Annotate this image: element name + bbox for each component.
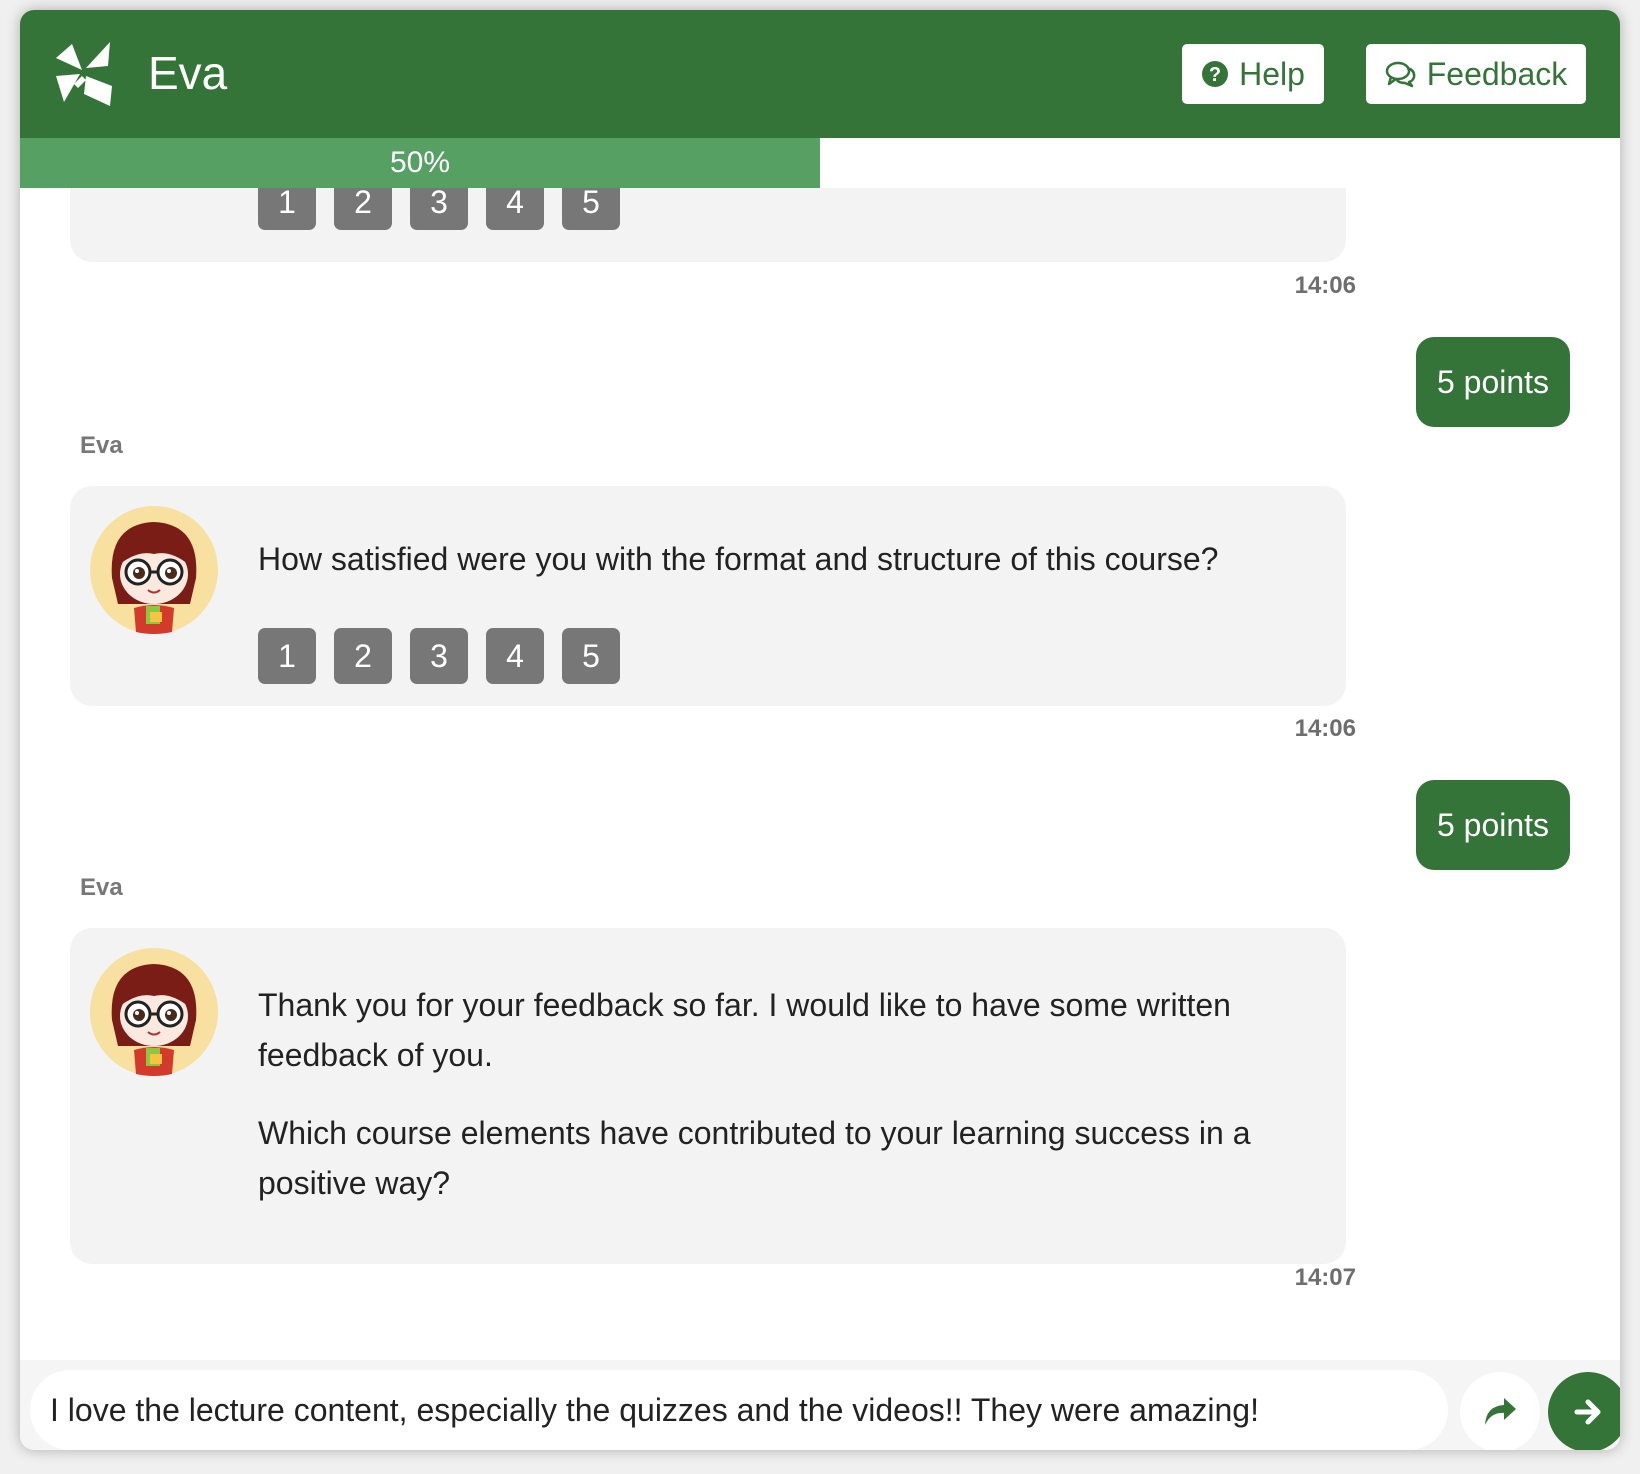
svg-text:?: ?: [1209, 64, 1221, 86]
help-button[interactable]: ? Help: [1182, 44, 1324, 104]
message-text: How satisfied were you with the format a…: [258, 541, 1219, 577]
help-label: Help: [1239, 55, 1305, 92]
app-title: Eva: [148, 47, 228, 99]
rating-button-4[interactable]: 4: [486, 188, 544, 230]
app-header: Eva ? Help Feedback: [20, 10, 1620, 138]
rating-button-4[interactable]: 4: [486, 628, 544, 684]
arrow-right-icon: [1574, 1399, 1601, 1425]
rating-button-3[interactable]: 3: [410, 628, 468, 684]
share-arrow-icon: [1485, 1398, 1516, 1425]
eva-logo-icon: [56, 42, 112, 106]
user-message: 5 points: [1416, 780, 1570, 870]
rating-button-2[interactable]: 2: [334, 628, 392, 684]
sender-name: Eva: [80, 432, 123, 459]
chat-log: 1 2 3 4 5 14:06 5 points Eva How satisfi…: [20, 188, 1620, 1360]
user-message: 5 points: [1416, 337, 1570, 427]
message-paragraph: Which course elements have contributed t…: [258, 1115, 1251, 1201]
bot-message: Thank you for your feedback so far. I wo…: [70, 928, 1346, 1264]
feedback-label: Feedback: [1426, 55, 1568, 92]
feedback-button[interactable]: Feedback: [1366, 44, 1586, 104]
message-input[interactable]: [30, 1370, 1448, 1450]
rating-button-5[interactable]: 5: [562, 628, 620, 684]
rating-button-3[interactable]: 3: [410, 188, 468, 230]
message-timestamp: 14:06: [1294, 272, 1356, 299]
question-circle-icon: ?: [1202, 61, 1229, 87]
composer: [20, 1360, 1620, 1450]
eva-avatar: [90, 948, 218, 1076]
send-button[interactable]: [1548, 1372, 1620, 1450]
eva-avatar: [90, 506, 218, 634]
rating-button-1[interactable]: 1: [258, 628, 316, 684]
bot-message: 1 2 3 4 5: [70, 188, 1346, 262]
chat-bubbles-icon: [1385, 61, 1416, 88]
bot-message: How satisfied were you with the format a…: [70, 486, 1346, 706]
chat-window: Eva ? Help Feedback 50% 1 2 3 4 5 14:06 …: [20, 10, 1620, 1450]
sender-name: Eva: [80, 874, 123, 901]
message-text: Thank you for your feedback so far. I wo…: [258, 980, 1278, 1208]
rating-buttons: 1 2 3 4 5: [258, 188, 620, 230]
message-timestamp: 14:06: [1294, 715, 1356, 742]
progress-bar: 50%: [20, 138, 1620, 188]
progress-label: 50%: [389, 146, 451, 179]
rating-button-2[interactable]: 2: [334, 188, 392, 230]
rating-buttons: 1 2 3 4 5: [258, 628, 620, 684]
message-timestamp: 14:07: [1294, 1264, 1356, 1291]
message-paragraph: Thank you for your feedback so far. I wo…: [258, 987, 1231, 1073]
rating-button-5[interactable]: 5: [562, 188, 620, 230]
skip-button[interactable]: [1460, 1372, 1540, 1450]
rating-button-1[interactable]: 1: [258, 188, 316, 230]
